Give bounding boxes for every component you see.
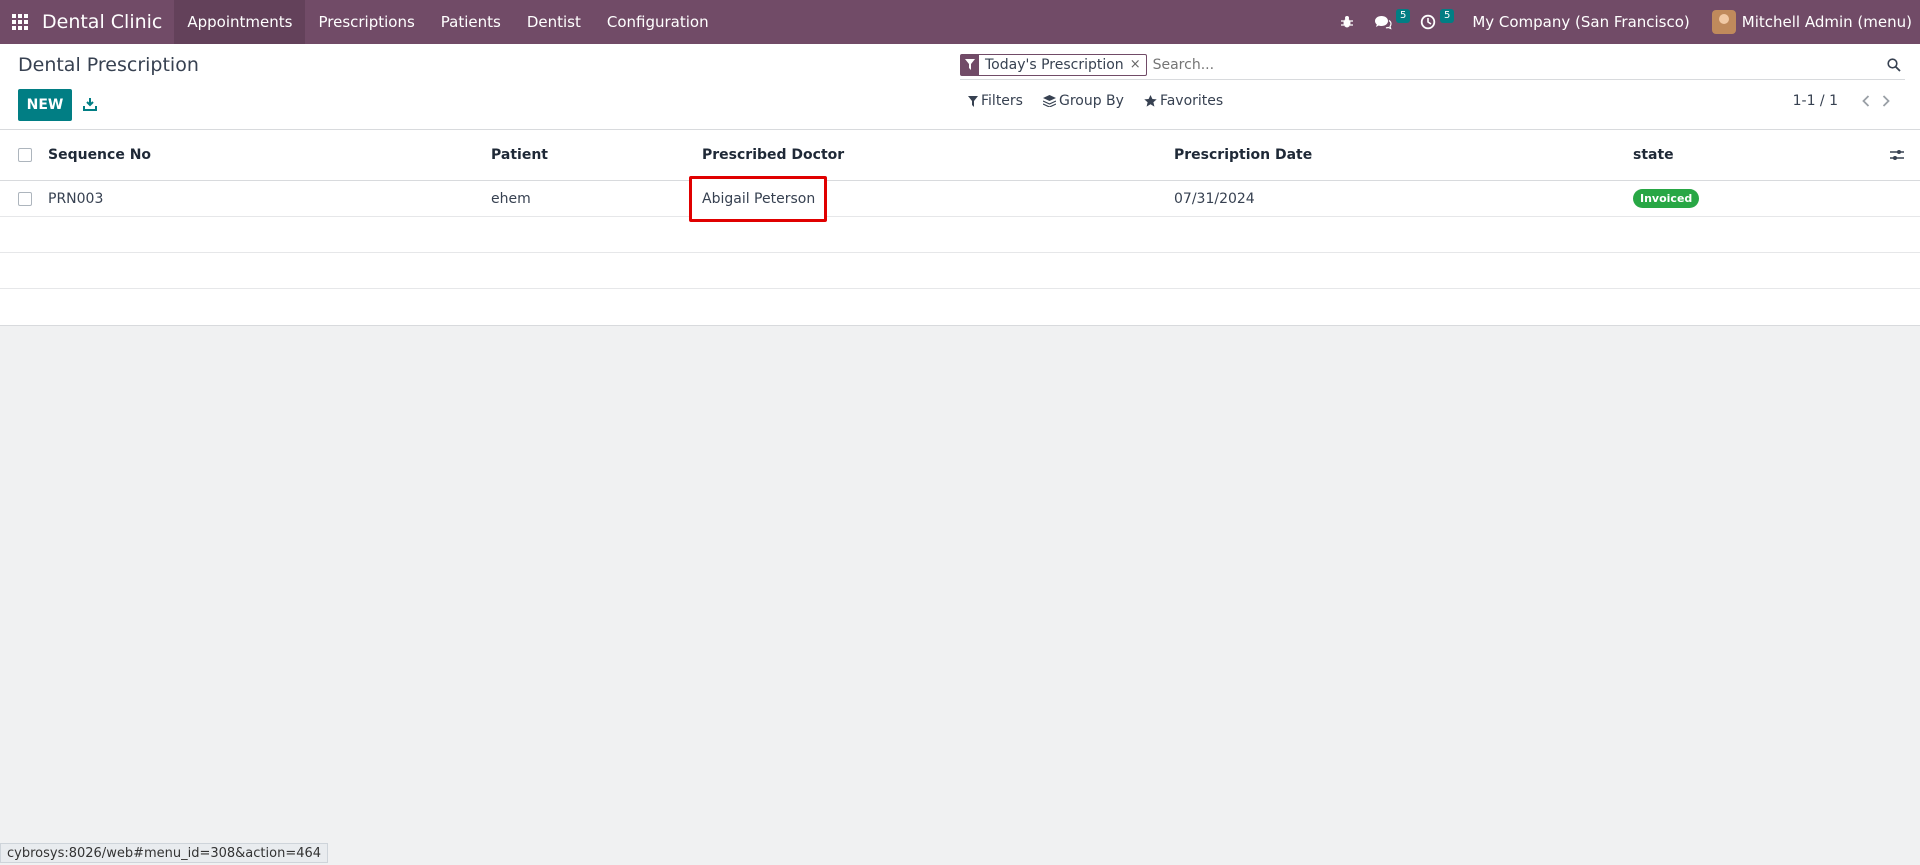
debug-bug-icon[interactable] xyxy=(1330,0,1364,44)
cell-prescribed-doctor: Abigail Peterson xyxy=(702,190,816,207)
menu-patients[interactable]: Patients xyxy=(428,0,514,44)
optional-columns-toggle-icon[interactable] xyxy=(1890,130,1904,180)
cell-prescribed-doctor-highlighted: Abigail Peterson xyxy=(689,175,828,222)
user-menu[interactable]: Mitchell Admin (menu) xyxy=(1702,10,1920,34)
cell-prescription-date: 07/31/2024 xyxy=(1174,190,1255,207)
filters-label: Filters xyxy=(981,93,1023,109)
search-facet: Today's Prescription × xyxy=(960,53,1147,76)
cell-sequence-no: PRN003 xyxy=(48,190,104,207)
menu-appointments[interactable]: Appointments xyxy=(174,0,306,44)
column-sequence-no[interactable]: Sequence No xyxy=(48,130,151,180)
page-title: Dental Prescription xyxy=(18,54,199,76)
column-prescription-date[interactable]: Prescription Date xyxy=(1174,130,1312,180)
select-all-checkbox[interactable] xyxy=(18,148,32,162)
pager-prev-icon[interactable] xyxy=(1856,95,1876,107)
search-icon[interactable] xyxy=(1883,54,1905,76)
prescription-list: Sequence No Patient Prescribed Doctor Pr… xyxy=(0,130,1920,326)
app-brand[interactable]: Dental Clinic xyxy=(40,0,174,44)
empty-row xyxy=(0,217,1920,253)
column-patient[interactable]: Patient xyxy=(491,130,548,180)
company-switcher[interactable]: My Company (San Francisco) xyxy=(1454,13,1701,31)
menu-configuration[interactable]: Configuration xyxy=(594,0,722,44)
row-checkbox[interactable] xyxy=(18,191,32,206)
favorites-label: Favorites xyxy=(1159,93,1224,109)
messages-chat-icon[interactable]: 5 xyxy=(1364,0,1411,44)
table-row[interactable]: PRN003 ehem Abigail Peterson 07/31/2024 … xyxy=(0,175,1920,222)
column-prescribed-doctor[interactable]: Prescribed Doctor xyxy=(702,130,844,180)
facet-close-icon[interactable]: × xyxy=(1128,57,1146,72)
messages-badge: 5 xyxy=(1395,9,1411,23)
menu-prescriptions[interactable]: Prescriptions xyxy=(305,0,427,44)
avatar xyxy=(1711,10,1736,34)
empty-row xyxy=(0,289,1920,325)
user-name: Mitchell Admin (menu) xyxy=(1741,13,1912,31)
control-panel: Dental Prescription NEW Today's Prescrip… xyxy=(0,44,1920,130)
filter-facet-icon xyxy=(961,54,979,75)
top-navbar: Dental Clinic Appointments Prescriptions… xyxy=(0,0,1920,44)
status-url-bar: cybrosys:8026/web#menu_id=308&action=464 xyxy=(0,843,329,863)
facet-label: Today's Prescription xyxy=(985,56,1124,73)
group-by-button[interactable]: Group By xyxy=(1042,93,1124,109)
menu-dentist[interactable]: Dentist xyxy=(514,0,594,44)
apps-menu-icon[interactable] xyxy=(0,0,40,44)
download-icon[interactable] xyxy=(80,92,100,116)
search-input[interactable] xyxy=(1152,56,1883,73)
group-by-label: Group By xyxy=(1058,93,1124,109)
pager: 1-1 / 1 xyxy=(1793,93,1896,109)
filter-icon xyxy=(968,95,978,107)
activity-clock-icon[interactable]: 5 xyxy=(1410,0,1455,44)
column-state[interactable]: state xyxy=(1633,130,1674,180)
star-icon xyxy=(1144,95,1157,107)
new-button[interactable]: NEW xyxy=(18,89,72,121)
search-bar: Today's Prescription × xyxy=(960,50,1905,80)
pager-value[interactable]: 1-1 / 1 xyxy=(1793,93,1838,109)
favorites-button[interactable]: Favorites xyxy=(1144,93,1223,109)
pager-next-icon[interactable] xyxy=(1876,95,1896,107)
status-badge: Invoiced xyxy=(1633,189,1700,208)
cell-patient: ehem xyxy=(491,190,531,207)
activities-badge: 5 xyxy=(1439,9,1455,23)
filters-button[interactable]: Filters xyxy=(968,93,1023,109)
layers-icon xyxy=(1042,95,1056,107)
empty-row xyxy=(0,253,1920,289)
table-header: Sequence No Patient Prescribed Doctor Pr… xyxy=(0,130,1920,181)
